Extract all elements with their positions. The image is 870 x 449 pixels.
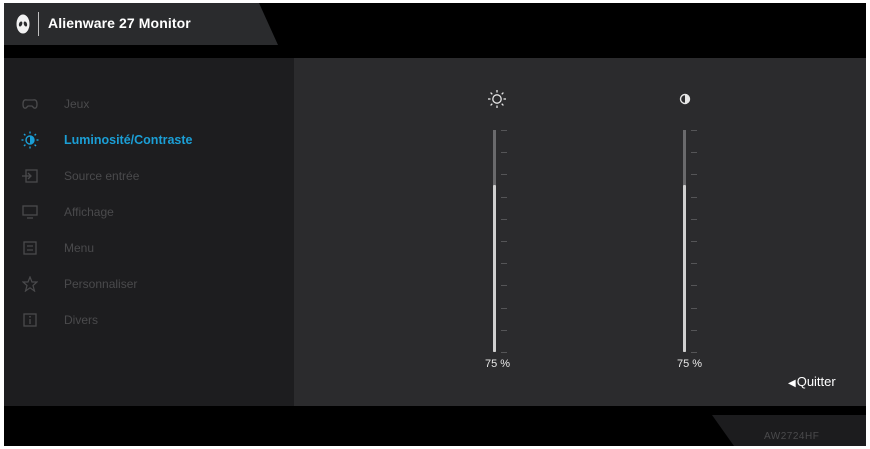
slider-tick xyxy=(691,152,697,153)
arrow-left-icon: ◀ xyxy=(788,378,796,389)
slider-tick xyxy=(501,330,507,331)
contrast-icon xyxy=(679,93,691,105)
menu-item-label: Jeux xyxy=(64,97,90,111)
slider-tick xyxy=(691,130,697,131)
menu-icon xyxy=(20,239,40,257)
slider-tick xyxy=(691,197,697,198)
slider-tick xyxy=(501,130,507,131)
star-icon xyxy=(20,275,40,293)
menu-item-affichage[interactable]: Affichage xyxy=(20,201,290,223)
slider-tick xyxy=(501,219,507,220)
slider-tick xyxy=(501,197,507,198)
settings-panel xyxy=(294,58,866,406)
sun-icon xyxy=(488,90,506,108)
menu-item-luminosite-contraste[interactable]: Luminosité/Contraste xyxy=(20,129,290,151)
slider-tick xyxy=(691,308,697,309)
slider-tick xyxy=(691,330,697,331)
alien-logo-icon xyxy=(16,14,30,34)
slider-tick xyxy=(691,241,697,242)
model-name: AW2724HF xyxy=(764,431,820,442)
slider-tick xyxy=(501,263,507,264)
brightness-icon xyxy=(20,131,40,149)
slider-tick xyxy=(501,152,507,153)
menu-item-label: Affichage xyxy=(64,205,114,219)
slider-tick xyxy=(501,352,507,353)
menu-item-label: Source entrée xyxy=(64,169,140,183)
menu-item-source-entree[interactable]: Source entrée xyxy=(20,165,290,187)
menu-item-label: Menu xyxy=(64,241,95,255)
slider-tick xyxy=(501,174,507,175)
menu-item-jeux[interactable]: Jeux xyxy=(20,93,290,115)
menu-item-label: Luminosité/Contraste xyxy=(64,133,193,147)
menu-item-label: Divers xyxy=(64,313,99,327)
input-source-icon xyxy=(20,167,40,185)
exit-button[interactable]: ◀Quitter xyxy=(788,374,836,389)
slider-tick xyxy=(501,285,507,286)
menu-item-menu[interactable]: Menu xyxy=(20,237,290,259)
menu-item-divers[interactable]: Divers xyxy=(20,309,290,331)
window-title: Alienware 27 Monitor xyxy=(48,15,191,31)
menu-item-personnaliser[interactable]: Personnaliser xyxy=(20,273,290,295)
contrast-value: 75 % xyxy=(677,358,703,370)
slider-tick xyxy=(691,263,697,264)
brightness-slider-ticks xyxy=(501,130,511,353)
slider-tick xyxy=(501,241,507,242)
info-icon xyxy=(20,311,40,329)
exit-label: Quitter xyxy=(796,374,836,389)
contrast-slider-fill[interactable] xyxy=(683,185,686,352)
slider-tick xyxy=(691,352,697,353)
display-icon xyxy=(20,203,40,221)
slider-tick xyxy=(501,308,507,309)
brightness-value: 75 % xyxy=(485,358,511,370)
gamepad-icon xyxy=(20,95,40,113)
title-separator xyxy=(38,12,39,36)
menu-item-label: Personnaliser xyxy=(64,277,138,291)
slider-tick xyxy=(691,174,697,175)
contrast-slider-ticks xyxy=(691,130,701,353)
osd-window: Alienware 27 Monitor Jeux Luminosité/Con… xyxy=(4,3,866,446)
slider-tick xyxy=(691,285,697,286)
slider-tick xyxy=(691,219,697,220)
brightness-slider-fill[interactable] xyxy=(493,185,496,352)
